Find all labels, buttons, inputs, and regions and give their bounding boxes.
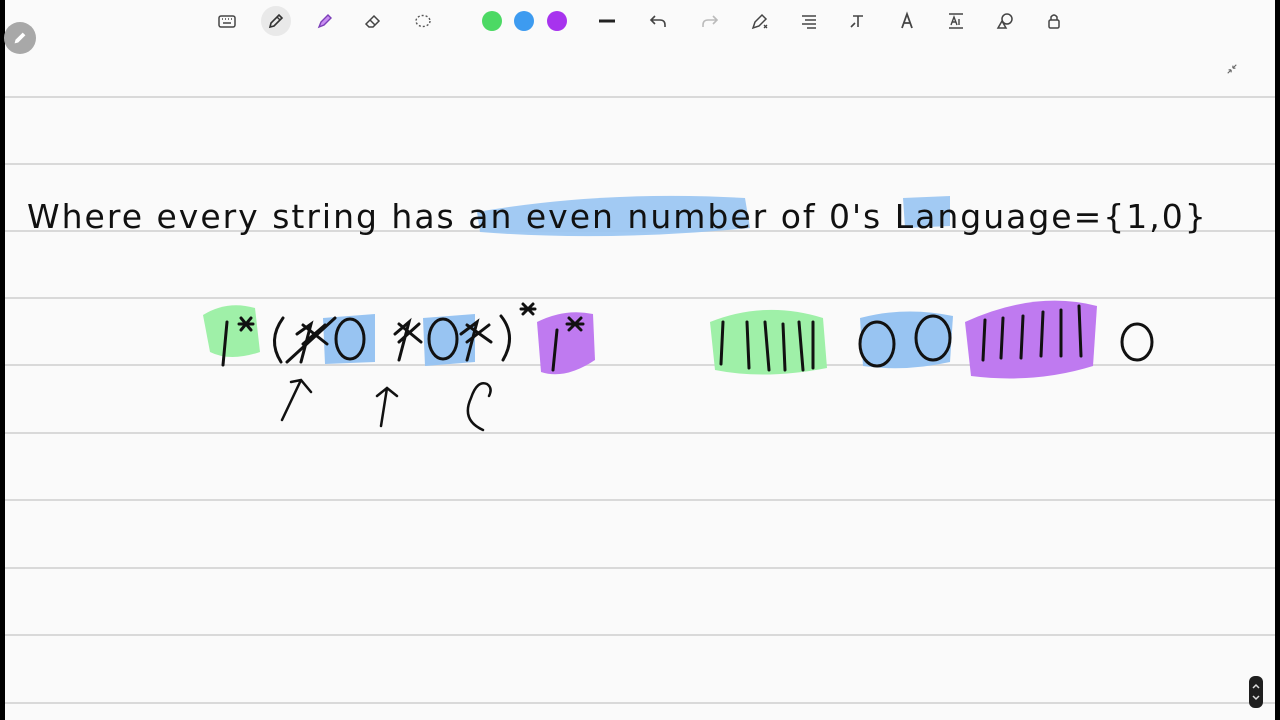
- highlight-purple-left: [537, 312, 595, 375]
- scroll-handle[interactable]: [1249, 676, 1263, 708]
- lock-icon[interactable]: [1039, 6, 1069, 36]
- handwritten-line: Where every string has an even number of…: [27, 197, 1208, 236]
- color-swatch-purple[interactable]: [547, 11, 567, 31]
- top-toolbar: [0, 0, 1280, 42]
- redo-icon[interactable]: [695, 6, 725, 36]
- text-align-icon[interactable]: [794, 6, 824, 36]
- color-swatch-green[interactable]: [482, 11, 502, 31]
- highlighter-icon[interactable]: [310, 6, 340, 36]
- collapse-icon[interactable]: [1221, 58, 1243, 80]
- regex-expression: [221, 302, 585, 372]
- lasso-icon[interactable]: [408, 6, 438, 36]
- shape-pen-icon[interactable]: [745, 6, 775, 36]
- ink-layer: Where every string has an even number of…: [27, 195, 1208, 432]
- pointer-arrows: [280, 378, 492, 432]
- color-swatch-blue[interactable]: [514, 11, 534, 31]
- text-convert-icon[interactable]: [941, 6, 971, 36]
- note-canvas[interactable]: Where every string has an even number of…: [5, 0, 1275, 720]
- stroke-width-icon[interactable]: [592, 6, 622, 36]
- pen-icon[interactable]: [261, 6, 291, 36]
- eraser-icon[interactable]: [358, 6, 388, 36]
- text-tool-icon[interactable]: [843, 6, 873, 36]
- undo-icon[interactable]: [643, 6, 673, 36]
- keyboard-icon[interactable]: [212, 6, 242, 36]
- pen-fab-icon[interactable]: [4, 22, 36, 54]
- font-icon[interactable]: [892, 6, 922, 36]
- shapes-icon[interactable]: [990, 6, 1020, 36]
